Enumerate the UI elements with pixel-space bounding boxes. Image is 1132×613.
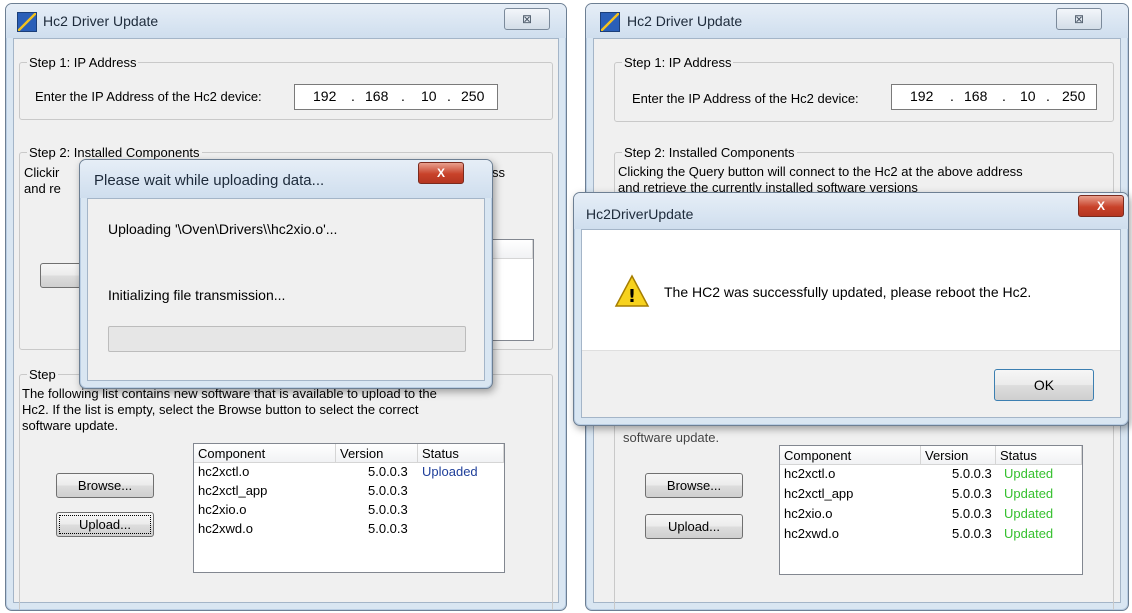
step3-description-line3: software update. (623, 430, 720, 445)
warning-icon: ! (614, 274, 650, 307)
ip-dot: . (447, 88, 451, 104)
cell-version: 5.0.0.3 (952, 526, 992, 541)
close-icon[interactable]: ⊠ (1056, 8, 1102, 30)
browse-button[interactable]: Browse... (645, 473, 743, 498)
message-box-client: ! The HC2 was successfully updated, plea… (581, 229, 1121, 418)
message-box-title-bar[interactable]: Hc2DriverUpdate X (574, 193, 1128, 229)
cell-component: hc2xio.o (784, 506, 833, 521)
step1-group: Step 1: IP Address Enter the IP Address … (19, 55, 553, 120)
step2-legend: Step 2: Installed Components (27, 145, 202, 160)
column-header-status[interactable]: Status (996, 446, 1082, 465)
step3-legend: Step (27, 367, 58, 382)
ip-octet-2: 168 (964, 88, 988, 104)
message-box-title: Hc2DriverUpdate (586, 206, 694, 222)
cell-component: hc2xctl.o (198, 464, 250, 479)
upload-button[interactable]: Upload... (56, 512, 154, 537)
cell-version: 5.0.0.3 (368, 502, 408, 517)
cell-status: Updated (1004, 466, 1054, 481)
step2-description-clipped-2: and re (24, 181, 61, 196)
cell-status: Updated (1004, 526, 1054, 541)
upload-button-label: Upload... (59, 515, 151, 534)
progress-dialog-title: Please wait while uploading data... (94, 172, 325, 189)
ip-dot: . (401, 88, 405, 104)
cell-version: 5.0.0.3 (952, 466, 992, 481)
progress-dialog-title-bar[interactable]: Please wait while uploading data... X (80, 160, 492, 198)
step1-group: Step 1: IP Address Enter the IP Address … (614, 55, 1114, 122)
cell-status: Updated (1004, 506, 1054, 521)
close-icon[interactable]: X (418, 162, 464, 184)
column-header-component[interactable]: Component (780, 446, 921, 465)
new-software-list[interactable]: Component Version Status hc2xctl.o 5.0.0… (779, 445, 1083, 575)
step2-description-clipped: Clickir (24, 165, 60, 180)
left-main-window: Hc2 Driver Update ⊠ Step 1: IP Address E… (5, 3, 567, 611)
ip-dot: . (351, 88, 355, 104)
step3-group: Step The following list contains new sof… (19, 367, 553, 610)
cell-component: hc2xctl_app (784, 486, 854, 501)
upload-button[interactable]: Upload... (645, 514, 743, 539)
ip-octet-4: 250 (461, 88, 485, 104)
cell-component: hc2xctl_app (198, 483, 268, 498)
ip-octet-1: 192 (910, 88, 934, 104)
cell-component: hc2xio.o (198, 502, 247, 517)
app-icon (600, 12, 620, 32)
window-title: Hc2 Driver Update (627, 13, 743, 29)
ip-dot: . (950, 88, 954, 104)
success-message-box: Hc2DriverUpdate X ! The HC2 was successf… (573, 192, 1129, 426)
step2-legend: Step 2: Installed Components (622, 145, 797, 160)
upload-progress-bar (108, 326, 466, 352)
step3-description-line2: Hc2. If the list is empty, select the Br… (22, 402, 419, 417)
query-button[interactable] (40, 263, 82, 288)
close-icon[interactable]: X (1078, 195, 1124, 217)
browse-button[interactable]: Browse... (56, 473, 154, 498)
ip-label: Enter the IP Address of the Hc2 device: (35, 89, 262, 104)
ip-address-input[interactable]: 192 . 168 . 10 . 250 (294, 84, 498, 110)
cell-component: hc2xwd.o (784, 526, 839, 541)
cell-version: 5.0.0.3 (952, 506, 992, 521)
new-software-list[interactable]: Component Version Status hc2xctl.o 5.0.0… (193, 443, 505, 573)
column-header-component[interactable]: Component (194, 444, 336, 463)
column-header-status[interactable]: Status (418, 444, 504, 463)
cell-version: 5.0.0.3 (368, 483, 408, 498)
message-text: The HC2 was successfully updated, please… (664, 284, 1032, 300)
ip-octet-2: 168 (365, 88, 389, 104)
left-title-bar[interactable]: Hc2 Driver Update ⊠ (6, 4, 566, 38)
step3-description-line3: software update. (22, 418, 119, 433)
ip-label: Enter the IP Address of the Hc2 device: (632, 91, 859, 106)
cell-version: 5.0.0.3 (368, 464, 408, 479)
close-icon[interactable]: ⊠ (504, 8, 550, 30)
ip-octet-1: 192 (313, 88, 337, 104)
cell-version: 5.0.0.3 (368, 521, 408, 536)
ip-dot: . (1046, 88, 1050, 104)
warning-icon-glyph: ! (628, 286, 636, 307)
cell-component: hc2xwd.o (198, 521, 253, 536)
right-title-bar[interactable]: Hc2 Driver Update ⊠ (586, 4, 1128, 38)
cell-version: 5.0.0.3 (952, 486, 992, 501)
column-header-version[interactable]: Version (921, 446, 996, 465)
window-title: Hc2 Driver Update (43, 13, 159, 29)
step2-description-right-clip: ss (492, 165, 505, 180)
ip-address-input[interactable]: 192 . 168 . 10 . 250 (891, 84, 1097, 110)
step2-description-line1: Clicking the Query button will connect t… (618, 164, 1023, 179)
ip-dot: . (1002, 88, 1006, 104)
step1-legend: Step 1: IP Address (27, 55, 139, 70)
ok-button[interactable]: OK (994, 369, 1094, 401)
app-icon (17, 12, 37, 32)
ip-octet-3: 10 (421, 88, 437, 104)
ip-octet-3: 10 (1020, 88, 1036, 104)
column-header-version[interactable]: Version (336, 444, 418, 463)
cell-status: Updated (1004, 486, 1054, 501)
ip-octet-4: 250 (1062, 88, 1086, 104)
step1-legend: Step 1: IP Address (622, 55, 734, 70)
message-box-button-area: OK (582, 350, 1120, 417)
progress-dialog-client: Uploading '\Oven\Drivers\\hc2xio.o'... I… (87, 198, 485, 381)
transmission-status-text: Initializing file transmission... (108, 287, 286, 303)
cell-component: hc2xctl.o (784, 466, 836, 481)
uploading-file-text: Uploading '\Oven\Drivers\\hc2xio.o'... (108, 221, 338, 237)
upload-progress-dialog: Please wait while uploading data... X Up… (79, 159, 493, 389)
cell-status: Uploaded (422, 464, 478, 479)
